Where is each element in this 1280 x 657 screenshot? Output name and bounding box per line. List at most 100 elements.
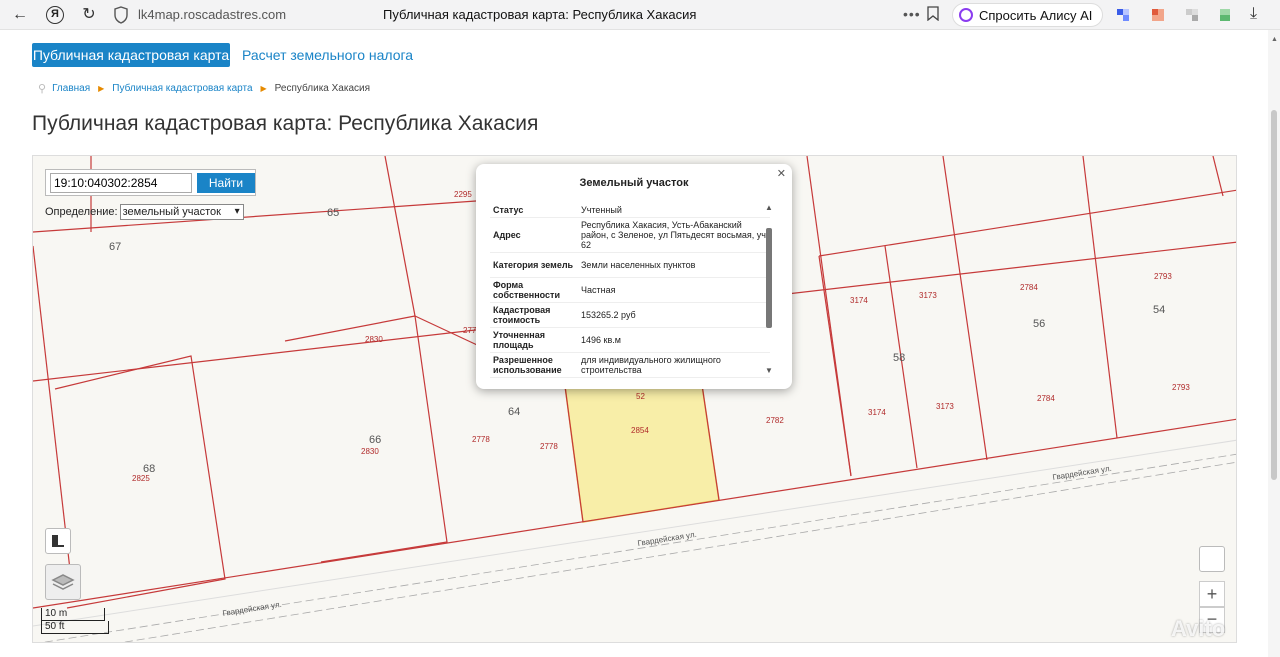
tab-cadastral-map[interactable]: Публичная кадастровая карта [32,43,230,67]
alice-button[interactable]: Спросить Алису AI [952,3,1104,27]
row-key: Адрес [490,217,578,253]
breadcrumb-home[interactable]: Главная [52,83,90,94]
parcel-boundary [384,156,416,317]
fullscreen-button[interactable] [1199,546,1225,572]
scale-imperial: 50 ft [41,621,109,634]
house-number: 56 [1033,318,1045,330]
chevron-right-icon: ▶ [98,84,105,93]
row-key: Форма собственности [490,277,578,303]
parcel-label: 2825 [132,474,150,483]
back-icon[interactable]: ← [10,5,30,25]
parcel-label: 2784 [1020,283,1038,292]
table-row: Кадастровая стоимость 153265.2 руб [490,302,770,328]
parcel-boundary [1212,156,1224,197]
tab-title: Публичная кадастровая карта: Республика … [383,7,697,22]
parcel-label: 3173 [936,402,954,411]
parcel-boundary [942,156,988,461]
row-key: Категория земель [490,252,578,278]
location-pin-icon: ⚲ [38,83,47,95]
download-icon[interactable]: ⤓ [1250,5,1257,23]
house-number: 67 [109,241,121,253]
page-title: Публичная кадастровая карта: Республика … [32,112,539,135]
row-key: Статус [490,203,578,218]
parcel-label: 277 [463,326,477,335]
alice-label: Спросить Алису AI [979,7,1093,23]
parcel-label: 52 [636,392,645,401]
shield-icon[interactable] [114,6,128,24]
ruler-icon [52,535,64,547]
scale-metric: 10 m [41,608,105,621]
table-row: Адрес Республика Хакасия, Усть-Абакански… [490,217,770,253]
row-value: Учтенный [578,203,770,218]
scroll-up-icon[interactable]: ▲ [765,203,773,212]
zoom-in-button[interactable]: + [1199,581,1225,607]
house-number: 65 [327,207,339,219]
parcel-label: 2778 [540,442,558,451]
definition-label: Определение: [45,206,118,218]
parcel-label: 2830 [365,335,383,344]
definition-select[interactable]: земельный участок [119,204,244,220]
row-value: 153265.2 руб [578,302,770,328]
more-icon[interactable]: ••• [903,6,921,22]
parcel-label: 3174 [850,296,868,305]
row-key: Разрешенное использование [490,352,578,378]
page-scrollbar[interactable]: ▲ [1268,30,1280,657]
chevron-right-icon: ▶ [260,84,267,93]
extension-icon[interactable] [1184,7,1200,23]
tab-land-tax[interactable]: Расчет земельного налога [242,47,413,63]
browser-toolbar: ← Я ↻ lk4map.roscadastres.com Публичная … [0,0,1280,30]
popup-scrollbar[interactable]: ▲ ▼ [765,203,773,375]
table-row: Категория земель Земли населенных пункто… [490,252,770,278]
extension-icon[interactable] [1217,7,1233,23]
cadastral-map[interactable]: Гвардейская ул. Гвардейская ул. Гвардейс… [32,155,1237,643]
street-label: Гвардейская ул. [637,530,697,548]
row-value: Частная [578,277,770,303]
street-label: Гвардейская ул. [222,600,282,618]
address-bar[interactable]: lk4map.roscadastres.com [138,7,286,22]
breadcrumb-map[interactable]: Публичная кадастровая карта [112,83,252,94]
table-row: Разрешенное использование для индивидуал… [490,352,770,378]
table-row: Статус Учтенный [490,203,770,218]
table-row: Форма собственности Частная [490,277,770,303]
measure-button[interactable] [45,528,71,554]
reload-icon[interactable]: ↻ [79,5,99,25]
parcel-label: 2782 [766,416,784,425]
parcel-label: 2830 [361,447,379,456]
table-row: Уточненная площадь 1496 кв.м [490,327,770,353]
house-number: 66 [369,434,381,446]
cadastral-search-input[interactable] [50,173,192,193]
row-key: Уточненная площадь [490,327,578,353]
row-key: Кадастровая стоимость [490,302,578,328]
row-value: Республика Хакасия, Усть-Абаканский райо… [578,217,770,253]
parcel-label: 2778 [472,435,490,444]
scroll-down-icon[interactable]: ▼ [765,366,773,375]
house-number: 58 [893,352,905,364]
parcel-boundary [284,315,448,563]
scroll-up-icon[interactable]: ▲ [1271,36,1278,43]
definition-control: Определение: земельный участок [45,204,244,220]
popup-title: Земельный участок [579,177,689,189]
breadcrumb-current: Республика Хакасия [274,83,371,94]
layers-button[interactable] [45,564,81,600]
extension-icon[interactable] [1150,7,1166,23]
yandex-logo-icon[interactable]: Я [46,6,64,24]
parcel-label: 3174 [868,408,886,417]
layers-icon [51,574,75,590]
scrollbar-thumb[interactable] [1271,110,1277,480]
search-button[interactable]: Найти [197,173,255,193]
row-value: 1496 кв.м [578,327,770,353]
street-label: Гвардейская ул. [1052,464,1112,482]
parcel-label: 2295 [454,190,472,199]
parcel-label: 2793 [1154,272,1172,281]
alice-icon [959,8,973,22]
breadcrumb: ⚲ Главная ▶ Публичная кадастровая карта … [38,82,370,95]
watermark: Avito [1171,616,1226,641]
row-value: Земли населенных пунктов [578,252,770,278]
extension-icon[interactable] [1115,7,1131,23]
parcel-boundary [818,189,1236,257]
bookmark-icon[interactable] [927,6,939,21]
parcel-boundary [1082,156,1118,439]
house-number: 54 [1153,304,1165,316]
parcel-label: 2854 [631,426,649,435]
scrollbar-thumb[interactable] [766,228,772,328]
